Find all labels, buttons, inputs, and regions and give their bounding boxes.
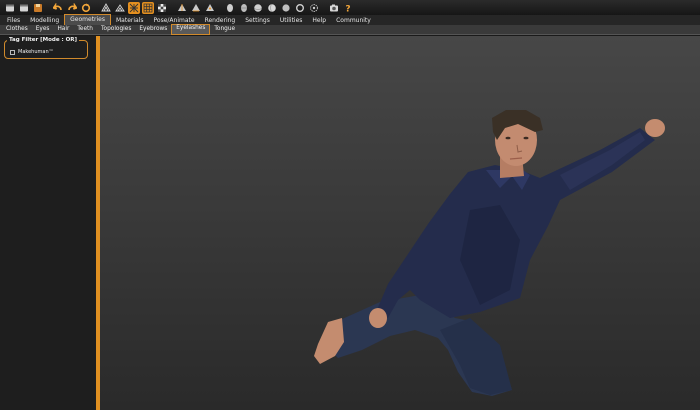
sphere-small-icon[interactable] xyxy=(280,2,292,14)
3d-viewport[interactable] xyxy=(100,36,700,410)
grid-large-icon[interactable] xyxy=(142,1,154,14)
grid-icon[interactable] xyxy=(128,1,140,14)
tab-teeth[interactable]: Teeth xyxy=(73,25,97,34)
undo-icon[interactable] xyxy=(52,2,64,14)
geometry-tabs: Clothes Eyes Hair Teeth Topologies Eyebr… xyxy=(0,24,700,35)
tab-eyebrows[interactable]: Eyebrows xyxy=(135,25,171,34)
front-view-icon[interactable] xyxy=(176,2,188,14)
left-panel: Tag Filter [Mode : OR] Makehuman™ xyxy=(0,36,96,410)
menu-utilities[interactable]: Utilities xyxy=(275,16,308,25)
reset-icon[interactable] xyxy=(80,2,92,14)
tab-clothes[interactable]: Clothes xyxy=(2,25,32,34)
tab-hair[interactable]: Hair xyxy=(53,25,73,34)
menu-settings[interactable]: Settings xyxy=(240,16,275,25)
head-view-icon[interactable] xyxy=(224,2,236,14)
human-model xyxy=(314,110,665,396)
body-view-icon[interactable] xyxy=(238,2,250,14)
main-menu: Files Modelling Geometries Materials Pos… xyxy=(0,14,700,25)
sphere-alt-icon[interactable] xyxy=(266,2,278,14)
ring-icon[interactable] xyxy=(294,2,306,14)
menu-modelling[interactable]: Modelling xyxy=(25,16,64,25)
tab-eyelashes[interactable]: Eyelashes xyxy=(171,24,211,35)
window-icon[interactable] xyxy=(18,2,30,14)
side-view-icon[interactable] xyxy=(190,2,202,14)
menu-geometries[interactable]: Geometries xyxy=(64,14,111,25)
save-icon[interactable] xyxy=(32,2,44,14)
tag-filter-label: Makehuman™ xyxy=(18,49,54,55)
tag-filter-box: Tag Filter [Mode : OR] Makehuman™ xyxy=(4,37,88,59)
menu-materials[interactable]: Materials xyxy=(111,16,149,25)
checker-icon[interactable] xyxy=(156,2,168,14)
tab-tongue[interactable]: Tongue xyxy=(210,25,239,34)
top-view-icon[interactable] xyxy=(204,2,216,14)
svg-text:?: ? xyxy=(345,4,350,13)
reset-camera-icon[interactable] xyxy=(308,2,320,14)
menu-help[interactable]: Help xyxy=(307,16,331,25)
tab-eyes[interactable]: Eyes xyxy=(32,25,54,34)
smooth-icon[interactable] xyxy=(114,2,126,14)
tag-filter-title: Tag Filter [Mode : OR] xyxy=(7,37,80,43)
help-icon[interactable]: ? xyxy=(342,2,354,14)
wireframe-icon[interactable] xyxy=(100,2,112,14)
redo-icon[interactable] xyxy=(66,2,78,14)
tag-filter-makehuman[interactable]: Makehuman™ xyxy=(10,49,54,55)
camera-icon[interactable] xyxy=(328,2,340,14)
tab-topologies[interactable]: Topologies xyxy=(97,25,135,34)
menu-files[interactable]: Files xyxy=(2,16,25,25)
sphere-view-icon[interactable] xyxy=(252,2,264,14)
toolbar: ? xyxy=(0,0,700,15)
menu-community[interactable]: Community xyxy=(331,16,376,25)
window-icon[interactable] xyxy=(4,2,16,14)
checkbox[interactable] xyxy=(10,49,15,55)
